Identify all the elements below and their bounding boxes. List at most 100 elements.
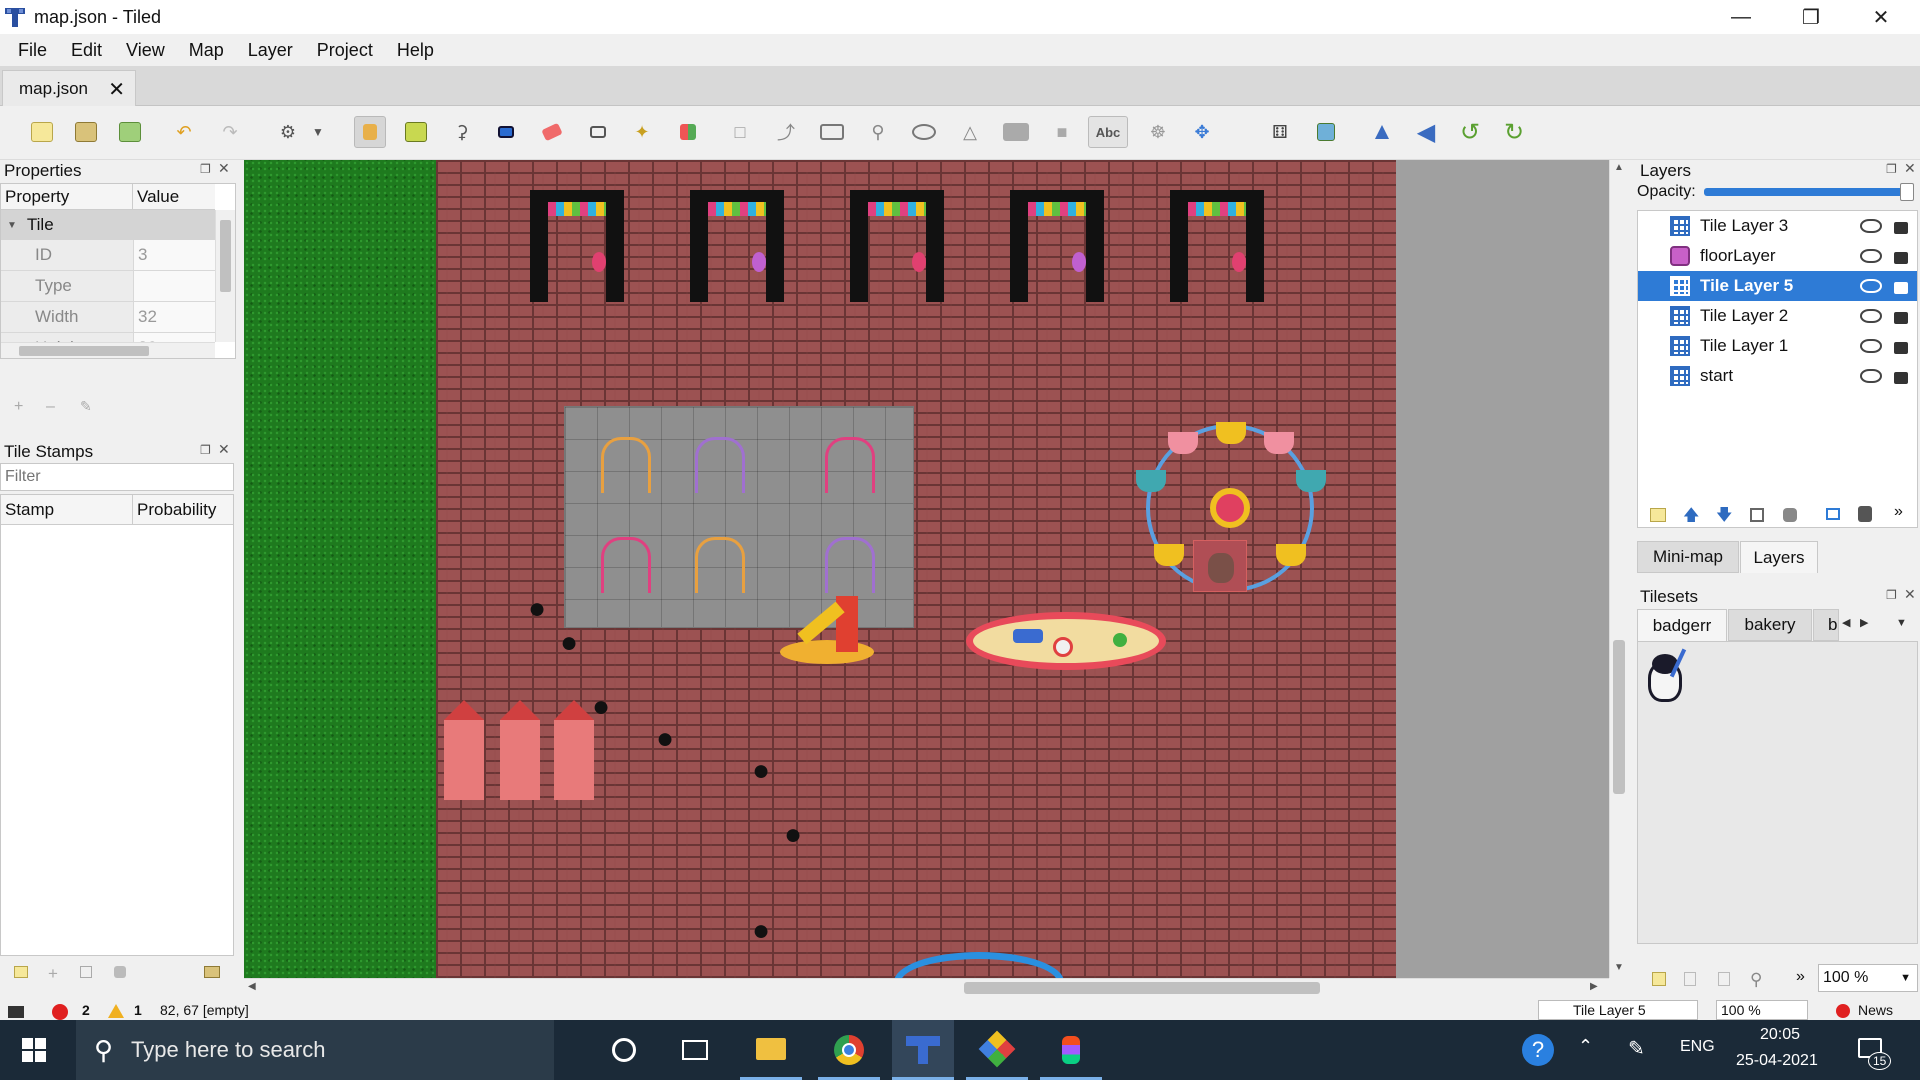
unlocked-icon[interactable] <box>1894 252 1908 264</box>
close-panel-icon[interactable]: ✕ <box>1904 586 1916 603</box>
minimize-button[interactable]: — <box>1706 0 1776 34</box>
property-value[interactable]: 32 <box>134 302 215 333</box>
insert-ellipse-icon[interactable] <box>908 116 940 148</box>
close-panel-icon[interactable]: ✕ <box>218 160 230 177</box>
eraser-icon[interactable] <box>536 116 568 148</box>
unlocked-icon[interactable] <box>1894 282 1908 294</box>
delete-stamp-icon[interactable] <box>114 966 126 978</box>
property-row[interactable]: Type <box>1 271 215 302</box>
stamp-brush-icon[interactable] <box>354 116 386 148</box>
bucket-fill-icon[interactable]: ⚳ <box>446 116 478 148</box>
scroll-down-icon[interactable]: ▼ <box>1614 962 1624 973</box>
column-header-value[interactable]: Value <box>133 184 215 210</box>
unlocked-icon[interactable] <box>1894 342 1908 354</box>
property-group-tile[interactable]: ▼ Tile <box>1 210 215 240</box>
more-tileset-actions-icon[interactable]: » <box>1796 968 1805 986</box>
tileset-tab-badgerr[interactable]: badgerr <box>1637 609 1727 641</box>
menu-view[interactable]: View <box>114 40 177 61</box>
unlocked-icon[interactable] <box>1894 312 1908 324</box>
raise-layer-icon[interactable]: 🡅 <box>1683 504 1699 531</box>
menu-help[interactable]: Help <box>385 40 446 61</box>
delete-layer-icon[interactable] <box>1783 508 1797 522</box>
property-value[interactable]: 3 <box>134 240 215 271</box>
unlocked-icon[interactable] <box>1894 222 1908 234</box>
insert-tile-icon[interactable] <box>1000 116 1032 148</box>
new-layer-icon[interactable] <box>1650 508 1666 522</box>
tileset-tab-bakery[interactable]: bakery <box>1728 609 1812 641</box>
tabs-scroll-left-icon[interactable]: ◀ <box>1842 616 1850 629</box>
column-header-property[interactable]: Property <box>1 184 133 210</box>
layer-row-floorlayer[interactable]: floorLayer <box>1638 241 1917 271</box>
menu-layer[interactable]: Layer <box>236 40 305 61</box>
undo-icon[interactable]: ↶ <box>168 116 200 148</box>
tab-layers[interactable]: Layers <box>1740 541 1818 573</box>
pen-icon[interactable]: ✎ <box>1628 1036 1645 1061</box>
commands-icon[interactable]: ⚙ <box>272 116 304 148</box>
column-header-probability[interactable]: Probability <box>133 495 233 525</box>
figma-taskbar-button[interactable] <box>1040 1020 1102 1080</box>
random-mode-dice-icon[interactable]: ⚅ <box>1264 116 1296 148</box>
toggle-other-layers-icon[interactable] <box>1826 508 1840 520</box>
close-panel-icon[interactable]: ✕ <box>1904 160 1916 177</box>
float-panel-icon[interactable]: ❐ <box>1886 588 1897 602</box>
close-window-button[interactable]: ✕ <box>1846 0 1916 34</box>
tabs-scroll-right-icon[interactable]: ▶ <box>1860 616 1868 629</box>
property-value[interactable] <box>134 271 215 302</box>
terrain-brush-icon[interactable] <box>400 116 432 148</box>
insert-template-icon[interactable]: ■ <box>1046 116 1078 148</box>
insert-rectangle-icon[interactable] <box>816 116 848 148</box>
warning-icon[interactable] <box>108 1004 124 1018</box>
float-panel-icon[interactable]: ❐ <box>1886 162 1897 176</box>
layer-row-tile-layer-1[interactable]: Tile Layer 1 <box>1638 331 1917 361</box>
property-row[interactable]: ID 3 <box>1 240 215 271</box>
duplicate-stamp-icon[interactable] <box>80 966 92 978</box>
task-view-icon[interactable] <box>682 1040 708 1060</box>
clock-date[interactable]: 25-04-2021 <box>1736 1052 1818 1070</box>
insert-text-icon[interactable]: Abc <box>1088 116 1128 148</box>
console-icon[interactable] <box>8 1006 24 1018</box>
layer-row-tile-layer-3[interactable]: Tile Layer 3 <box>1638 211 1917 241</box>
scrollbar-thumb[interactable] <box>220 220 231 292</box>
visibility-eye-icon[interactable] <box>1860 249 1882 263</box>
visibility-eye-icon[interactable] <box>1860 309 1882 323</box>
duplicate-layer-icon[interactable] <box>1750 508 1764 522</box>
scroll-up-icon[interactable]: ▲ <box>1614 162 1624 173</box>
visibility-eye-icon[interactable] <box>1860 279 1882 293</box>
scrollbar-thumb[interactable] <box>19 346 149 356</box>
random-mode-icon[interactable]: ☸ <box>1142 116 1174 148</box>
visibility-eye-icon[interactable] <box>1860 219 1882 233</box>
rectangular-select-icon[interactable] <box>582 116 614 148</box>
chevron-up-icon[interactable]: ⌃ <box>1578 1036 1593 1057</box>
edit-polygons-icon[interactable]: ⤴ <box>770 116 802 148</box>
opacity-slider-handle[interactable] <box>1900 183 1914 201</box>
menu-file[interactable]: File <box>6 40 59 61</box>
select-same-tile-icon[interactable] <box>672 116 704 148</box>
git-client-taskbar-button[interactable] <box>966 1020 1028 1080</box>
lower-layer-icon[interactable]: 🡇 <box>1716 504 1732 531</box>
remove-property-icon[interactable]: – <box>46 398 55 416</box>
tileset-tab-truncated[interactable]: b <box>1813 609 1839 641</box>
cortana-icon[interactable] <box>612 1038 636 1062</box>
add-variation-icon[interactable]: + <box>48 964 58 984</box>
new-stamp-icon[interactable] <box>14 966 28 978</box>
tabs-dropdown-icon[interactable]: ▼ <box>1896 617 1907 629</box>
file-explorer-taskbar-button[interactable] <box>740 1020 802 1080</box>
magic-wand-icon[interactable]: ✦ <box>626 116 658 148</box>
scrollbar-thumb[interactable] <box>964 982 1320 994</box>
menu-project[interactable]: Project <box>305 40 385 61</box>
flip-horizontal-icon[interactable]: ▲ <box>1366 116 1398 148</box>
windows-start-icon[interactable] <box>22 1038 46 1062</box>
layer-row-tile-layer-5[interactable]: Tile Layer 5 <box>1638 271 1917 301</box>
add-property-icon[interactable]: + <box>14 398 23 416</box>
tileset-zoom-select[interactable]: 100 % ▼ <box>1818 964 1918 992</box>
close-panel-icon[interactable]: ✕ <box>218 441 230 458</box>
visibility-eye-icon[interactable] <box>1860 369 1882 383</box>
error-icon[interactable] <box>52 1004 68 1020</box>
map-vertical-scrollbar[interactable]: ▲ ▼ <box>1609 160 1627 978</box>
save-file-icon[interactable] <box>114 116 146 148</box>
export-tileset-icon[interactable] <box>1718 972 1730 986</box>
float-panel-icon[interactable]: ❐ <box>200 443 211 457</box>
chrome-taskbar-button[interactable] <box>818 1020 880 1080</box>
open-file-icon[interactable] <box>70 116 102 148</box>
help-icon[interactable]: ? <box>1522 1034 1554 1066</box>
